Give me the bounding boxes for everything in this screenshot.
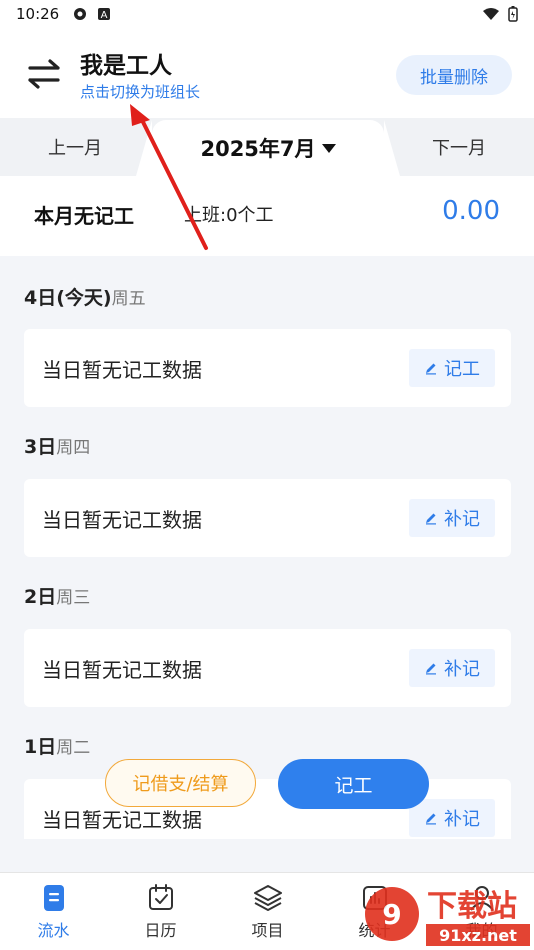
backfill-label: 补记	[444, 509, 480, 530]
day-card: 当日暂无记工数据 补记	[24, 779, 511, 839]
record-work-button[interactable]: 记工	[409, 349, 495, 387]
empty-message: 当日暂无记工数据	[42, 808, 202, 832]
pencil-icon	[426, 813, 436, 825]
summary-amount: 0.00	[442, 196, 500, 226]
tab-label: 日历	[144, 921, 177, 940]
tab-label: 流水	[37, 921, 70, 940]
watermark-site: 91xz.net	[439, 926, 517, 945]
empty-message: 当日暂无记工数据	[42, 658, 202, 682]
day-weekday: 周五	[111, 289, 146, 309]
prev-month-button[interactable]: 上一月	[0, 118, 150, 176]
calendar-icon	[148, 884, 173, 910]
batch-delete-button[interactable]: 批量删除	[396, 55, 512, 95]
wifi-icon	[483, 8, 499, 20]
month-navigation: 上一月 2025年7月 下一月	[0, 118, 534, 176]
day-date: 1日	[24, 736, 57, 758]
day-date: 3日	[24, 436, 57, 458]
loan-settlement-button[interactable]: 记借支/结算	[105, 759, 256, 807]
next-month-button[interactable]: 下一月	[384, 118, 534, 176]
watermark-brand: 下载站	[427, 889, 517, 924]
day-header: 2日周三	[24, 582, 90, 609]
record-work-fab[interactable]: 记工	[278, 759, 429, 809]
summary-label: 本月无记工	[34, 204, 134, 228]
document-icon	[43, 885, 64, 911]
status-bar: 10:26 A	[0, 0, 534, 28]
day-header: 3日周四	[24, 432, 90, 459]
app-header: 我是工人 点击切换为班组长 批量删除	[0, 28, 534, 118]
day-header: 4日(今天)周五	[24, 283, 146, 310]
switch-role-link[interactable]: 点击切换为班组长	[80, 81, 200, 102]
backfill-button[interactable]: 补记	[409, 649, 495, 687]
layers-icon	[253, 885, 282, 911]
backfill-label: 补记	[444, 659, 480, 680]
pencil-icon	[426, 363, 436, 375]
svg-text:A: A	[101, 10, 108, 21]
pencil-icon	[426, 513, 436, 525]
tab-flow[interactable]: 流水	[0, 873, 107, 950]
backfill-label: 补记	[444, 809, 480, 830]
day-weekday: 周四	[56, 438, 91, 458]
caret-down-icon	[321, 143, 336, 153]
day-card: 当日暂无记工数据 记工	[24, 329, 511, 407]
day-card: 当日暂无记工数据 补记	[24, 479, 511, 557]
site-watermark: 9 下载站 91xz.net	[365, 887, 530, 946]
battery-icon	[508, 6, 518, 22]
app-notification-icon	[74, 8, 87, 20]
month-summary: 本月无记工 上班:0个工 0.00	[0, 176, 534, 256]
pencil-icon	[426, 663, 436, 675]
empty-message: 当日暂无记工数据	[42, 508, 202, 532]
empty-message: 当日暂无记工数据	[42, 358, 202, 382]
role-title: 我是工人	[80, 53, 172, 79]
day-date: 4日(今天)	[24, 287, 112, 309]
day-weekday: 周三	[56, 588, 91, 608]
record-work-label: 记工	[444, 359, 480, 380]
tab-calendar[interactable]: 日历	[107, 873, 214, 950]
backfill-button[interactable]: 补记	[409, 499, 495, 537]
current-month-selector[interactable]: 2025年7月	[152, 120, 384, 176]
status-time: 10:26	[16, 5, 60, 23]
swap-role-icon[interactable]	[24, 54, 64, 94]
current-month-label: 2025年7月	[200, 137, 316, 161]
a-notification-icon: A	[98, 8, 111, 21]
tab-projects[interactable]: 项目	[214, 873, 321, 950]
day-header: 1日周二	[24, 732, 90, 759]
day-card: 当日暂无记工数据 补记	[24, 629, 511, 707]
day-weekday: 周二	[56, 738, 91, 758]
day-date: 2日	[24, 586, 57, 608]
backfill-button[interactable]: 补记	[409, 799, 495, 837]
summary-detail: 上班:0个工	[184, 205, 274, 226]
svg-text:9: 9	[382, 898, 401, 931]
tab-label: 项目	[251, 921, 284, 940]
